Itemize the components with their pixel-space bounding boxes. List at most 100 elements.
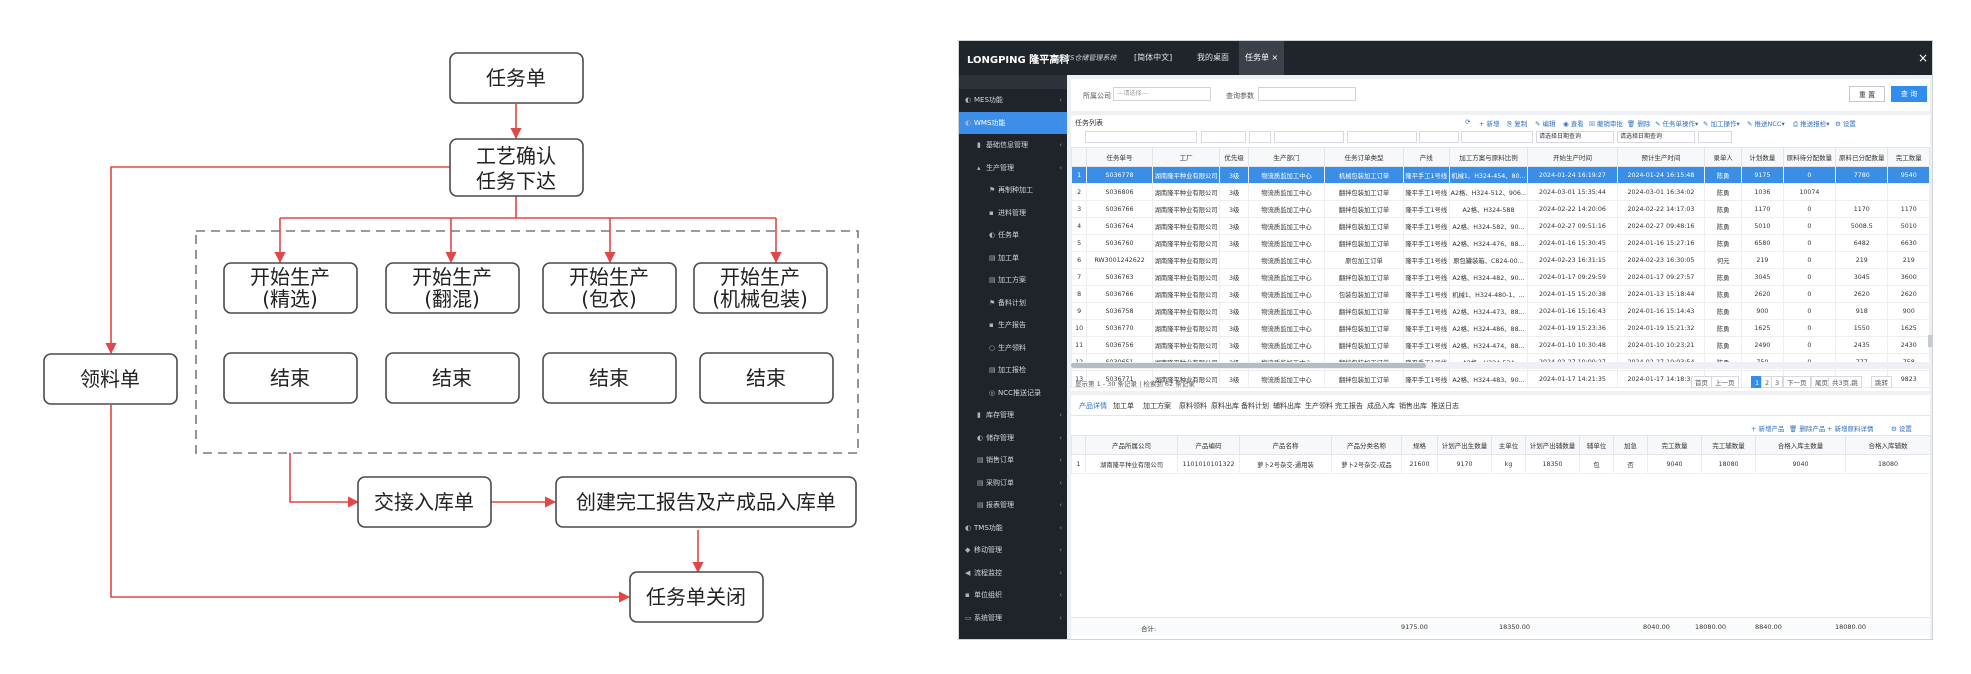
product-col-header[interactable]: 产品分类名称 (1331, 435, 1402, 455)
grid-tool-0[interactable]: ⟳ (1465, 118, 1470, 126)
task-col-header[interactable]: 录单人 (1704, 147, 1743, 167)
pager-button-4[interactable]: 3 (1771, 376, 1784, 388)
filter-box-plan[interactable] (1461, 131, 1533, 143)
grid-tool-3[interactable]: ✎ 编辑 (1535, 118, 1556, 128)
task-col-header[interactable]: 优先级 (1219, 147, 1249, 167)
product-col-header[interactable]: 产品编码 (1177, 435, 1240, 455)
sidebar-item-4[interactable]: ⚑ 再制种加工 (959, 179, 1067, 202)
task-row[interactable]: 8 S036766 湖南隆平种业有限公司 3级 物流质监加工中心 包装包装加工订单 隆平手工… (1070, 285, 1930, 303)
sidebar-item-0[interactable]: ◐ MES功能 ‹ (959, 89, 1067, 112)
date-filter-start[interactable]: 请选择日期查询 (1536, 131, 1614, 143)
detail-tab-3[interactable]: 原料领料 (1179, 401, 1207, 411)
pager-button-7[interactable]: 共3页,跳 (1828, 376, 1862, 388)
detail-tab-2[interactable]: 加工方案 (1143, 401, 1171, 411)
task-col-header[interactable]: 原料已分配数量 (1835, 147, 1889, 167)
grid-tool-4[interactable]: ◉ 查看 (1563, 118, 1584, 128)
detail-tab-5[interactable]: 备料计划 (1241, 401, 1269, 411)
sidebar-item-6[interactable]: ◐ 任务单 (959, 224, 1067, 247)
filter-box-factory[interactable] (1201, 131, 1246, 143)
filter-box-type[interactable] (1347, 131, 1417, 143)
product-col-header[interactable]: 计划产出辅数量 (1525, 435, 1580, 455)
task-row[interactable]: 6 RW3001242622 湖南隆平种业有限公司 物流质监加工中心 原包加工订单 隆平手… (1070, 251, 1930, 269)
product-row[interactable]: 1 湖南隆平种业有限公司 1101010101322 萝卜2号杂交-通用装 萝卜2号杂交… (1071, 454, 1931, 474)
task-col-header[interactable]: 完工数量 (1887, 147, 1930, 167)
filter-box-priority[interactable] (1249, 131, 1271, 143)
horizontal-scrollbar[interactable] (1071, 362, 1930, 369)
scrollbar-thumb[interactable] (1071, 363, 1426, 368)
product-col-header[interactable]: 产品所属公司 (1085, 435, 1178, 455)
product-col-header[interactable]: 辅单位 (1579, 435, 1614, 455)
company-select[interactable]: ---请选择--- (1113, 87, 1211, 101)
sidebar-item-10[interactable]: ▪ 生产报告 (959, 314, 1067, 337)
task-col-header[interactable]: 原料待分配数量 (1782, 147, 1837, 167)
product-col-header[interactable]: 合格入库辅数 (1845, 435, 1931, 455)
filter-box-order[interactable] (1085, 131, 1197, 143)
grid-tool-9[interactable]: ✎ 推送NCC▾ (1747, 118, 1785, 128)
detail-tab-0[interactable]: 产品详情 (1079, 401, 1107, 411)
sidebar-item-21[interactable]: ◀ 流程监控 ‹ (959, 562, 1067, 585)
pager-button-1[interactable]: 上一页 (1711, 376, 1739, 388)
task-col-header[interactable]: 开始生产时间 (1527, 147, 1618, 167)
sidebar-item-12[interactable]: ▤ 加工报检 (959, 359, 1067, 382)
grid-tool-10[interactable]: ⎙ 推送报检▾ (1793, 118, 1830, 129)
pager-button-8[interactable]: 跳转 (1871, 376, 1892, 388)
detail-tool-2[interactable]: + 新增原料详情 (1827, 423, 1874, 433)
query-button[interactable]: 查 询 (1891, 86, 1927, 102)
pager-button-5[interactable]: 下一页 (1783, 376, 1811, 388)
date-filter-expected[interactable]: 请选择日期查询 (1617, 131, 1695, 143)
task-col-header[interactable] (1070, 147, 1088, 167)
tab-my-desktop[interactable]: 我的桌面 (1197, 41, 1229, 75)
sidebar-item-11[interactable]: ○ 生产领料 (959, 337, 1067, 360)
task-row[interactable]: 10 S036770 湖南隆平种业有限公司 3级 物流质监加工中心 翻拌包装加工订单 隆平手… (1070, 319, 1930, 337)
sidebar-item-13[interactable]: ◎ NCC推送记录 (959, 382, 1067, 405)
task-col-header[interactable]: 计划数量 (1741, 147, 1784, 167)
detail-tool-1[interactable]: 🗑 删除产品 (1789, 423, 1825, 433)
sidebar-item-3[interactable]: ▴ 生产管理 ‹ (959, 157, 1067, 180)
sidebar-item-19[interactable]: ◐ TMS功能 ‹ (959, 517, 1067, 540)
task-row[interactable]: 2 S036806 湖南隆平种业有限公司 3级 物流质监加工中心 翻拌包装加工订单 隆平手工… (1070, 183, 1930, 201)
sidebar-item-2[interactable]: ▮ 基础信息管理 ‹ (959, 134, 1067, 157)
sidebar-item-9[interactable]: ⚑ 备料计划 (959, 292, 1067, 315)
pager-button-0[interactable]: 首页 (1691, 376, 1712, 388)
task-col-header[interactable]: 生产部门 (1247, 147, 1326, 167)
grid-tool-6[interactable]: 🗑 删除 (1627, 118, 1650, 128)
task-col-header[interactable]: 加工方案与原料比例 (1448, 147, 1529, 167)
sidebar-item-23[interactable]: ▭ 系统管理 ‹ (959, 607, 1067, 630)
task-col-header[interactable]: 任务订单类型 (1324, 147, 1404, 167)
product-col-header[interactable]: 规格 (1401, 435, 1438, 455)
sidebar-item-15[interactable]: ◐ 储存管理 ‹ (959, 427, 1067, 450)
grid-tool-11[interactable]: ⚙ 设置 (1835, 118, 1856, 128)
param-input[interactable] (1258, 87, 1356, 101)
sidebar-item-17[interactable]: ▤ 采购订单 ‹ (959, 472, 1067, 495)
sidebar-collapse-handle[interactable] (959, 75, 1067, 89)
sidebar-item-16[interactable]: ▤ 销售订单 ‹ (959, 449, 1067, 472)
product-col-header[interactable]: 加急 (1613, 435, 1648, 455)
task-row[interactable]: 7 S036763 湖南隆平种业有限公司 3级 物流质监加工中心 翻拌包装加工订单 隆平手工… (1070, 268, 1930, 286)
tab-task-order[interactable]: 任务单 × (1239, 41, 1285, 75)
reset-button[interactable]: 重 置 (1849, 86, 1885, 102)
product-col-header[interactable]: 完工数量 (1647, 435, 1702, 455)
task-row[interactable]: 11 S036756 湖南隆平种业有限公司 3级 物流质监加工中心 翻拌包装加工订单 隆平手… (1070, 336, 1930, 354)
detail-tab-1[interactable]: 加工单 (1113, 401, 1134, 411)
product-col-header[interactable] (1071, 435, 1086, 455)
task-row[interactable]: 3 S036766 湖南隆平种业有限公司 3级 物流质监加工中心 翻拌包装加工订单 隆平手工… (1070, 200, 1930, 218)
sidebar-item-20[interactable]: ◆ 移动管理 ‹ (959, 539, 1067, 562)
right-edge-handle[interactable] (1928, 335, 1932, 347)
grid-tool-1[interactable]: + 新增 (1479, 118, 1500, 128)
grid-tool-5[interactable]: ☒ 撤销审批 (1589, 118, 1623, 128)
task-row[interactable]: 9 S036758 湖南隆平种业有限公司 3级 物流质监加工中心 翻拌包装加工订单 隆平手工… (1070, 302, 1930, 320)
task-col-header[interactable]: 任务单号 (1086, 147, 1153, 167)
detail-tab-7[interactable]: 生产领料 (1305, 401, 1333, 411)
detail-tab-8[interactable]: 完工报告 (1335, 401, 1363, 411)
product-col-header[interactable]: 完工辅数量 (1701, 435, 1756, 455)
product-col-header[interactable]: 合格入库主数量 (1755, 435, 1846, 455)
detail-tool-0[interactable]: + 新增产品 (1751, 423, 1785, 433)
task-row[interactable]: 1 S036778 湖南隆平种业有限公司 3级 物流质监加工中心 机械包装加工订单 隆平手工… (1070, 166, 1930, 184)
filter-box-line[interactable] (1419, 131, 1459, 143)
task-row[interactable]: 5 S036760 湖南隆平种业有限公司 3级 物流质监加工中心 翻拌包装加工订单 隆平手工… (1070, 234, 1930, 252)
sidebar-item-8[interactable]: ▤ 加工方案 (959, 269, 1067, 292)
filter-box-dept[interactable] (1274, 131, 1344, 143)
sidebar-item-7[interactable]: ▤ 加工单 (959, 247, 1067, 270)
close-icon[interactable]: × (1918, 51, 1928, 65)
product-col-header[interactable]: 主单位 (1491, 435, 1526, 455)
